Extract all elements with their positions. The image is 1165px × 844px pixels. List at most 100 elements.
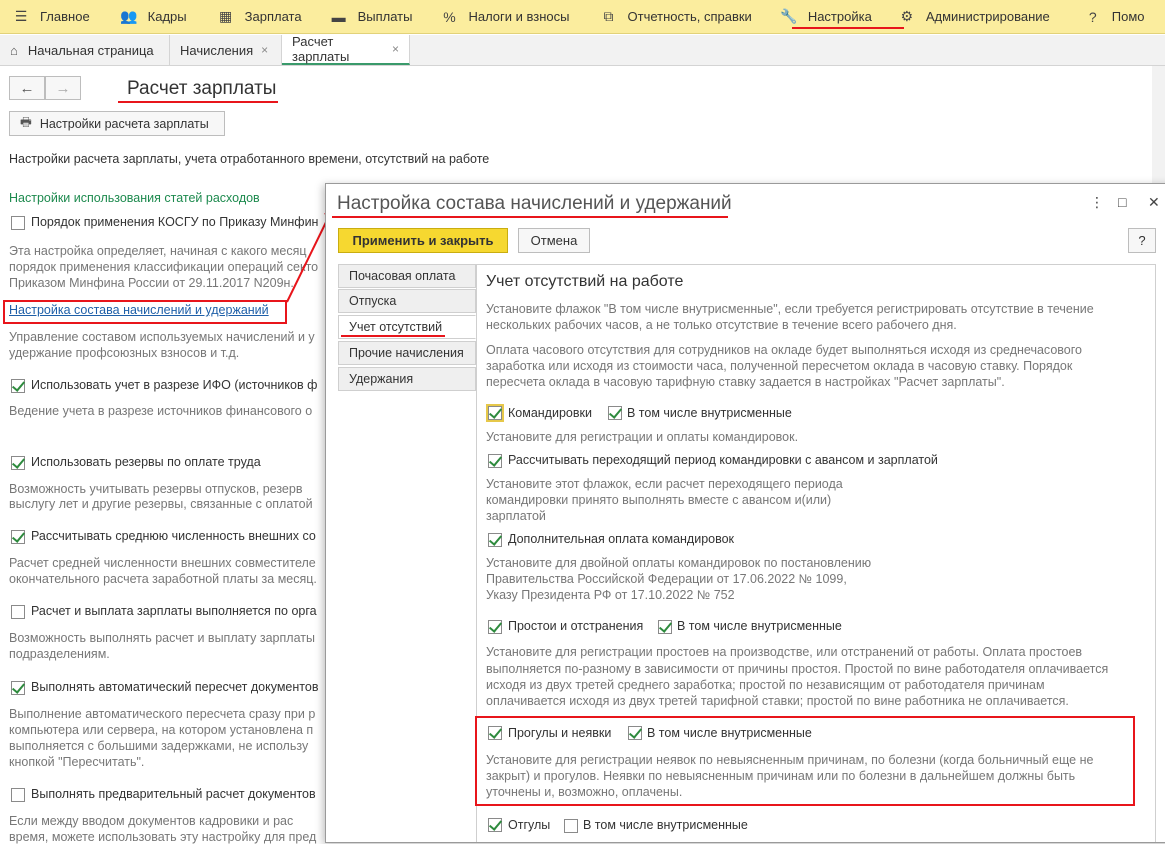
composition-desc-1: Управление составом используемых начисле… — [9, 330, 315, 344]
absence-checkbox[interactable] — [488, 726, 502, 740]
close-icon[interactable]: × — [392, 42, 399, 56]
trips-intrashift-checkbox[interactable] — [608, 406, 622, 420]
salary-settings-label: Настройки расчета зарплаты — [39, 116, 209, 131]
absence-intrashift-label: В том числе внутрисменные — [647, 726, 812, 740]
auto-recalc-checkbox[interactable] — [11, 681, 25, 695]
question-icon: ? — [1088, 8, 1097, 25]
intro1-line-1: Установите флажок "В том числе внутрисме… — [486, 302, 1094, 316]
section-header: Настройки использования статей расходов — [9, 191, 260, 205]
transit-desc-2: командировки принято выполнять вместе с … — [486, 493, 832, 507]
help-button[interactable]: ? — [1128, 228, 1156, 253]
more-icon[interactable]: ⋮ — [1090, 194, 1104, 211]
idle-intrashift-checkbox[interactable] — [658, 620, 672, 634]
apply-and-close-button[interactable]: Применить и закрыть — [338, 228, 508, 253]
tab-salary-calc[interactable]: Расчет зарплаты × — [282, 34, 410, 65]
side-tab-hourly[interactable]: Почасовая оплата — [338, 264, 476, 288]
menu-payments-label: Выплаты — [357, 9, 413, 24]
tab-home[interactable]: ⌂ Начальная страница — [0, 35, 170, 65]
hamburger-icon: ☰ — [14, 8, 28, 24]
arrow-left-icon: ← — [19, 79, 35, 97]
percent-icon: % — [443, 8, 456, 25]
extra-desc-1: Установите для двойной оплаты командиров… — [486, 556, 872, 570]
menu-salary[interactable]: ▦ Зарплата — [199, 0, 314, 33]
idle-intrashift-label: В том числе внутрисменные — [677, 619, 842, 633]
avg-headcount-label: Рассчитывать среднюю численность внешних… — [31, 529, 316, 543]
day-off-checkbox[interactable] — [488, 818, 502, 832]
business-trips-checkbox[interactable] — [486, 404, 504, 422]
transit-period-checkbox[interactable] — [488, 454, 502, 468]
menu-main[interactable]: ☰ Главное — [0, 0, 102, 33]
prelim-calc-desc-2: время, можете использовать эту настройку… — [9, 830, 317, 844]
prelim-calc-checkbox[interactable] — [11, 788, 25, 802]
menu-admin-label: Администрирование — [925, 9, 1050, 24]
kosgu-checkbox[interactable] — [11, 216, 25, 230]
side-tab-other-accruals[interactable]: Прочие начисления — [338, 341, 476, 365]
menu-taxes-label: Налоги и взносы — [468, 9, 570, 24]
back-button[interactable]: ← — [9, 76, 45, 100]
extra-desc-3: Указу Президента РФ от 17.10.2022 № 752 — [486, 588, 735, 602]
main-menu-bar: ☰ Главное 👥 Кадры ▦ Зарплата ▬ Выплаты %… — [0, 0, 1165, 34]
cancel-button[interactable]: Отмена — [518, 228, 590, 253]
annotation-underline-dialog-title — [332, 216, 728, 218]
menu-hr-label: Кадры — [147, 9, 187, 24]
menu-salary-label: Зарплата — [244, 9, 302, 24]
wrench-icon: 🔧 — [780, 8, 798, 24]
extra-pay-label: Дополнительная оплата командировок — [508, 532, 735, 546]
menu-reports[interactable]: ⧉ Отчетность, справки — [582, 0, 764, 33]
day-off-intrashift-checkbox[interactable] — [564, 819, 578, 833]
absence-intrashift-checkbox[interactable] — [628, 726, 642, 740]
prelim-calc-label: Выполнять предварительный расчет докумен… — [31, 787, 316, 801]
side-tab-deductions[interactable]: Удержания — [338, 367, 476, 391]
wallet-icon: ▬ — [331, 8, 346, 25]
kosgu-desc-1: Эта настройка определяет, начиная с како… — [9, 244, 307, 258]
transit-period-label: Рассчитывать переходящий период командир… — [508, 453, 938, 467]
org-payment-label: Расчет и выплата зарплаты выполняется по… — [31, 604, 317, 618]
intro-text: Настройки расчета зарплаты, учета отрабо… — [9, 152, 490, 166]
close-icon[interactable]: × — [261, 43, 268, 57]
idle-checkbox[interactable] — [488, 620, 502, 634]
home-icon: ⌂ — [10, 42, 18, 58]
day-off-intrashift-label: В том числе внутрисменные — [583, 818, 748, 832]
menu-admin[interactable]: ⚙ Администрирование — [884, 0, 1062, 33]
people-icon: 👥 — [119, 8, 138, 24]
printer-icon: 🖶 — [20, 115, 32, 129]
idle-label: Простои и отстранения — [508, 619, 644, 633]
salary-settings-button[interactable]: 🖶 Настройки расчета зарплаты — [9, 111, 225, 136]
annotation-underline-settings — [792, 27, 904, 29]
menu-settings-label: Настройка — [807, 9, 872, 24]
section-heading: Учет отсутствий на работе — [486, 273, 684, 290]
menu-taxes[interactable]: % Налоги и взносы — [424, 0, 581, 33]
forward-button[interactable]: → — [45, 76, 81, 100]
extra-pay-checkbox[interactable] — [488, 533, 502, 547]
day-off-label: Отгулы — [508, 818, 551, 832]
absence-desc-3: уточнены и, возможно, оплачены. — [486, 785, 683, 799]
annotation-underline-absences — [341, 335, 445, 337]
reserves-checkbox[interactable] — [11, 456, 25, 470]
menu-reports-label: Отчетность, справки — [627, 9, 752, 24]
reports-icon: ⧉ — [603, 8, 614, 24]
menu-payments[interactable]: ▬ Выплаты — [314, 0, 425, 33]
page-title: Расчет зарплаты — [127, 78, 277, 99]
absence-desc-1: Установите для регистрации неявок по нев… — [486, 753, 1094, 767]
maximize-icon[interactable]: □ — [1118, 194, 1126, 210]
annotation-box-link — [3, 300, 287, 324]
idle-desc-3: исходя из двух третей среднего заработка… — [486, 678, 1045, 692]
avg-headcount-checkbox[interactable] — [11, 530, 25, 544]
prelim-calc-desc-1: Если между вводом документов кадровики и… — [9, 814, 294, 828]
avg-headcount-desc-2: окончательного расчета заработной платы … — [9, 572, 317, 586]
auto-recalc-desc-4: кнопкой "Пересчитать". — [9, 755, 145, 769]
idle-desc-1: Установите для регистрации простоев на п… — [486, 645, 1083, 659]
menu-help[interactable]: ? Помо — [1062, 0, 1157, 33]
side-tab-vacations[interactable]: Отпуска — [338, 289, 476, 313]
idle-desc-4: оплачивается исходя из двух третей тариф… — [486, 694, 1069, 708]
dialog-title: Настройка состава начислений и удержаний — [337, 193, 732, 214]
tab-accruals[interactable]: Начисления × — [170, 35, 282, 65]
close-icon[interactable]: ✕ — [1148, 194, 1160, 211]
auto-recalc-desc-2: компьютера или сервера, на котором устан… — [9, 723, 314, 737]
reserves-desc-2: выслугу лет и другие резервы, связанные … — [9, 497, 313, 511]
ifo-checkbox[interactable] — [11, 379, 25, 393]
kosgu-label: Порядок применения КОСГУ по Приказу Минф… — [31, 215, 319, 229]
absence-label: Прогулы и неявки — [508, 726, 612, 740]
org-payment-checkbox[interactable] — [11, 605, 25, 619]
menu-hr[interactable]: 👥 Кадры — [102, 0, 199, 33]
